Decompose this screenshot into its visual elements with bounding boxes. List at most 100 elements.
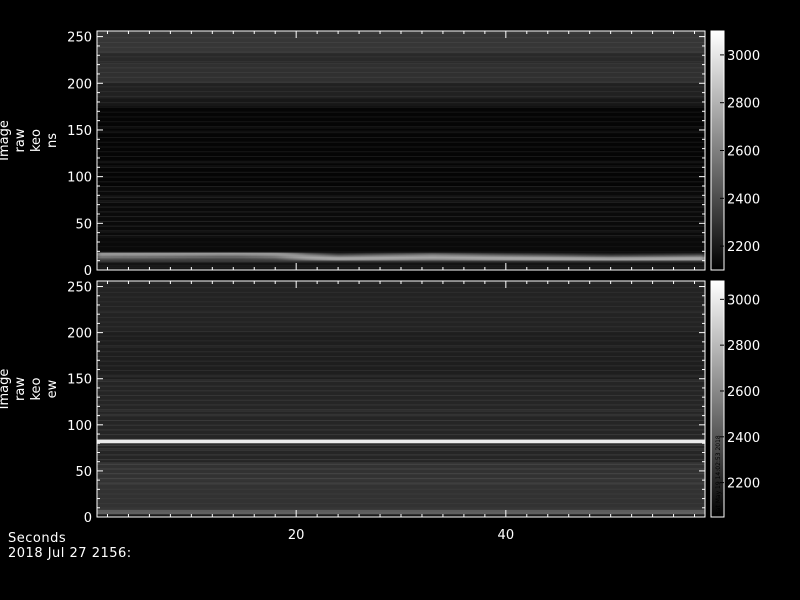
y-tick-label: 250 <box>67 31 92 46</box>
striation <box>97 76 705 78</box>
striation <box>97 355 705 357</box>
striation <box>97 160 705 162</box>
striation <box>97 374 705 376</box>
striation <box>97 479 705 481</box>
y-axis-label: Image <box>0 120 12 161</box>
striation <box>97 195 705 197</box>
heatmap-area <box>97 281 705 517</box>
y-tick-label: 250 <box>67 281 92 296</box>
y-tick-label: 50 <box>75 465 92 480</box>
striation <box>97 305 705 307</box>
striation <box>97 236 705 238</box>
striation <box>97 206 705 208</box>
striation <box>97 484 705 486</box>
striation <box>97 340 705 342</box>
striation <box>97 477 705 479</box>
striation <box>97 498 705 500</box>
colorbar-tick-label: 3000 <box>727 293 760 308</box>
striation <box>97 463 705 465</box>
striation <box>97 429 705 431</box>
striation <box>97 413 705 415</box>
striation <box>97 42 705 44</box>
striation <box>97 67 705 69</box>
date-label: 2018 Jul 27 2156: <box>8 546 132 561</box>
striation <box>97 86 705 88</box>
y-axis-label: keo <box>29 129 44 152</box>
striation <box>97 186 705 188</box>
striation <box>97 111 705 113</box>
striation <box>97 136 705 138</box>
striation <box>97 399 705 401</box>
y-axis-label: raw <box>13 377 28 401</box>
y-tick-label: 0 <box>84 511 92 526</box>
colorbar-stamp: Sat May 19 14:02:53 2018 <box>715 435 722 515</box>
y-tick-label: 0 <box>84 264 92 279</box>
striation <box>97 380 705 382</box>
y-axis-label: ew <box>45 379 60 398</box>
x-tick-label: 20 <box>288 528 305 543</box>
striation <box>97 488 705 490</box>
striation <box>97 181 705 183</box>
y-tick-label: 150 <box>67 373 92 388</box>
striation <box>97 346 705 348</box>
striation <box>97 434 705 436</box>
striation <box>97 141 705 143</box>
striation <box>97 365 705 367</box>
striation <box>97 106 705 108</box>
colorbar-tick-label: 2800 <box>727 339 760 354</box>
striation <box>97 211 705 213</box>
striation <box>97 296 705 298</box>
y-tick-label: 150 <box>67 124 92 139</box>
colorbar-tick-label: 2600 <box>727 145 760 160</box>
striation <box>97 468 705 470</box>
colorbar-tick-label: 2600 <box>727 385 760 400</box>
striation <box>97 61 705 63</box>
y-tick-label: 200 <box>67 77 92 92</box>
striation <box>97 200 705 202</box>
striation <box>97 310 705 312</box>
striation <box>97 235 705 237</box>
panel-2: 0 50 100 150 200 250 Image raw keo ew 2200 2400 2600… <box>0 280 760 526</box>
y-axis-label: raw <box>13 128 28 152</box>
striation <box>97 165 705 167</box>
striation <box>97 167 705 169</box>
x-axis-label: Seconds <box>8 531 67 546</box>
striation <box>97 102 705 104</box>
striation <box>97 316 705 318</box>
striation <box>97 449 705 451</box>
striation <box>97 127 705 129</box>
striation <box>97 360 705 362</box>
striation <box>97 312 705 314</box>
striation <box>97 385 705 387</box>
striation <box>97 116 705 118</box>
striation <box>97 420 705 422</box>
striation <box>97 171 705 173</box>
x-tick-label: 40 <box>498 528 515 543</box>
striation <box>97 146 705 148</box>
striation <box>97 176 705 178</box>
intensity-band <box>97 439 705 444</box>
y-axis-label: ns <box>45 133 60 148</box>
striation <box>97 409 705 411</box>
intensity-band <box>97 83 705 98</box>
striation <box>97 438 705 440</box>
striation <box>97 415 705 417</box>
striation <box>97 335 705 337</box>
striation <box>97 507 705 509</box>
y-tick-label: 100 <box>67 171 92 186</box>
striation <box>97 246 705 248</box>
y-tick-label: 50 <box>75 217 92 232</box>
striation <box>97 459 705 461</box>
striation <box>97 443 705 445</box>
striation <box>97 482 705 484</box>
y-axis-label: keo <box>29 377 44 400</box>
striation <box>97 241 705 243</box>
keogram-figure: 050100150200250Image raw keo ns220024002600… <box>0 30 760 543</box>
striation <box>97 376 705 378</box>
striation <box>97 37 705 39</box>
striation <box>97 379 705 381</box>
striation <box>97 230 705 232</box>
heatmap-area <box>97 31 705 270</box>
intensity-band <box>97 509 705 515</box>
striation <box>97 91 705 93</box>
